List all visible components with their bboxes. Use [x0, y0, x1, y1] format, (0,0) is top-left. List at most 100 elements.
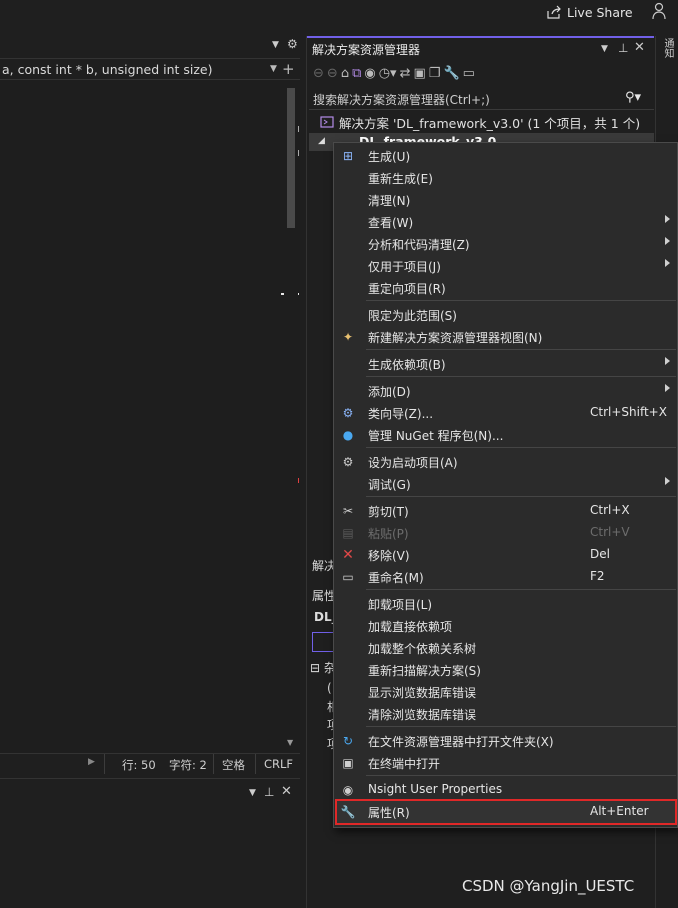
char-indicator[interactable]: 字符: 2 — [169, 757, 207, 773]
menu-item-rescan-solution[interactable]: 重新扫描解决方案(S) — [334, 659, 677, 681]
live-share-button[interactable]: Live Share — [546, 3, 633, 21]
member-navigation-bar[interactable]: a, const int * b, unsigned int size) ▼ + — [0, 58, 300, 80]
categorized-icon[interactable] — [312, 632, 334, 652]
scrollbar-thumb[interactable] — [287, 88, 295, 228]
scissors-icon: ✂ — [342, 504, 354, 518]
menu-item-build[interactable]: ⊞ 生成(U) — [334, 145, 677, 167]
wrench-icon[interactable]: 🔧 — [443, 66, 459, 81]
code-editor[interactable] — [0, 80, 300, 753]
menu-item-manage-nuget[interactable]: ● 管理 NuGet 程序包(N)... — [334, 424, 677, 446]
editor-tab-strip: ▼ ⚙ — [0, 36, 300, 56]
home-icon[interactable]: ⌂ — [341, 66, 349, 81]
person-feedback-icon[interactable] — [651, 2, 667, 20]
build-icon: ⊞ — [342, 149, 354, 163]
menu-item-analyze[interactable]: 分析和代码清理(Z) — [334, 233, 677, 255]
menu-item-load-dep-tree[interactable]: 加载整个依赖关系树 — [334, 637, 677, 659]
property-group[interactable]: ⊟ 杂 — [310, 659, 336, 676]
menu-item-new-view[interactable]: ✦ 新建解决方案资源管理器视图(N) — [334, 326, 677, 348]
line-indicator[interactable]: 行: 50 — [122, 757, 156, 773]
spacing-indicator[interactable]: 空格 — [222, 757, 245, 773]
wrench-icon: 🔧 — [340, 805, 356, 819]
expand-arrow-icon[interactable]: ◢ — [318, 136, 325, 146]
submenu-arrow-icon — [665, 477, 670, 485]
pin-icon[interactable]: ⊥ — [618, 41, 628, 55]
function-signature: a, const int * b, unsigned int size) — [2, 62, 213, 77]
chevron-down-icon[interactable]: ▼ — [601, 44, 608, 54]
menu-item-debug[interactable]: 调试(G) — [334, 473, 677, 495]
editor-scrollbar[interactable]: ▼ — [284, 82, 298, 752]
menu-separator — [366, 376, 676, 377]
close-icon[interactable]: ✕ — [281, 784, 292, 799]
collapse-all-icon[interactable]: ▣ — [414, 66, 426, 81]
menu-separator — [366, 726, 676, 727]
notifications-tab[interactable]: 通知 — [660, 38, 675, 58]
submenu-arrow-icon — [665, 259, 670, 267]
solution-explorer-titlebar[interactable]: 解决方案资源管理器 ▼ ⊥ ✕ — [307, 36, 654, 58]
line-ending-indicator[interactable]: CRLF — [264, 757, 293, 771]
chevron-down-icon[interactable]: ▼ — [249, 788, 256, 798]
chevron-down-icon[interactable]: ▼ — [272, 40, 279, 50]
property-row[interactable]: ( — [327, 681, 332, 695]
forward-icon[interactable]: ⊖ — [327, 66, 338, 81]
title-bar: Live Share — [0, 0, 678, 26]
sync-icon[interactable]: ⇄ — [400, 66, 411, 81]
search-icon[interactable]: ⚲▾ — [625, 90, 641, 105]
solution-explorer-toolbar: ⊖ ⊖ ⌂ ⧉ ◉ ◷▾ ⇄ ▣ ❐ 🔧 ▭ — [307, 60, 654, 86]
menu-item-scope-to-this[interactable]: 限定为此范围(S) — [334, 304, 677, 326]
scroll-down-icon[interactable]: ▼ — [287, 738, 293, 747]
solution-search-input[interactable]: 搜索解决方案资源管理器(Ctrl+;) ⚲▾ — [309, 88, 654, 110]
menu-item-cut[interactable]: ✂ 剪切(T) Ctrl+X — [334, 500, 677, 522]
menu-item-class-wizard[interactable]: ⚙ 类向导(Z)... Ctrl+Shift+X — [334, 402, 677, 424]
menu-item-rename[interactable]: ▭ 重命名(M) F2 — [334, 566, 677, 588]
menu-item-show-db-errors[interactable]: 显示浏览数据库错误 — [334, 681, 677, 703]
menu-separator — [366, 589, 676, 590]
rename-icon: ▭ — [342, 570, 354, 584]
menu-item-nsight-properties[interactable]: ◉ Nsight User Properties — [334, 779, 677, 801]
paste-icon: ▤ — [342, 526, 354, 540]
open-folder-icon: ↻ — [342, 734, 354, 748]
scroll-left-icon[interactable]: ▶ — [88, 757, 95, 767]
submenu-arrow-icon — [665, 357, 670, 365]
history-icon[interactable]: ◷▾ — [379, 66, 397, 81]
menu-item-clean[interactable]: 清理(N) — [334, 189, 677, 211]
menu-item-properties[interactable]: 🔧 属性(R) Alt+Enter — [335, 799, 677, 825]
menu-item-project-only[interactable]: 仅用于项目(J) — [334, 255, 677, 277]
submenu-arrow-icon — [665, 237, 670, 245]
divider — [213, 754, 214, 774]
chevron-down-icon[interactable]: ▼ — [270, 64, 277, 74]
globe-icon[interactable]: ◉ — [364, 66, 375, 81]
menu-item-load-direct-deps[interactable]: 加载直接依赖项 — [334, 615, 677, 637]
menu-item-open-in-explorer[interactable]: ↻ 在文件资源管理器中打开文件夹(X) — [334, 730, 677, 752]
new-view-icon: ✦ — [342, 330, 354, 344]
preview-icon[interactable]: ▭ — [463, 66, 475, 81]
menu-item-retarget[interactable]: 重定向项目(R) — [334, 277, 677, 299]
menu-item-build-dependencies[interactable]: 生成依赖项(B) — [334, 353, 677, 375]
menu-item-rebuild[interactable]: 重新生成(E) — [334, 167, 677, 189]
divider — [255, 754, 256, 774]
nsight-icon: ◉ — [342, 783, 354, 797]
live-share-label: Live Share — [567, 4, 633, 20]
show-all-files-icon[interactable]: ❐ — [429, 66, 441, 81]
close-icon[interactable]: ✕ — [634, 40, 645, 55]
solution-label: 解决方案 'DL_framework_v3.0' (1 个项目，共 1 个) — [339, 115, 641, 131]
nuget-icon: ● — [342, 428, 354, 442]
pin-icon[interactable]: ⊥ — [264, 785, 274, 799]
menu-item-unload-project[interactable]: 卸载项目(L) — [334, 593, 677, 615]
share-icon — [547, 5, 561, 19]
menu-item-set-startup[interactable]: ⚙ 设为启动项目(A) — [334, 451, 677, 473]
output-panel: ▼ ⊥ ✕ — [0, 778, 300, 908]
remove-icon: ✕ — [342, 547, 354, 563]
solution-node[interactable]: 解决方案 'DL_framework_v3.0' (1 个项目，共 1 个) — [320, 112, 640, 132]
gear-icon[interactable]: ⚙ — [287, 37, 298, 51]
back-icon[interactable]: ⊖ — [313, 66, 324, 81]
switch-view-icon[interactable]: ⧉ — [352, 66, 361, 81]
split-editor-icon[interactable]: + — [282, 60, 295, 78]
menu-item-add[interactable]: 添加(D) — [334, 380, 677, 402]
menu-item-view[interactable]: 查看(W) — [334, 211, 677, 233]
menu-item-open-in-terminal[interactable]: ▣ 在终端中打开 — [334, 752, 677, 774]
menu-separator — [366, 447, 676, 448]
menu-item-remove[interactable]: ✕ 移除(V) Del — [334, 544, 677, 566]
search-placeholder: 搜索解决方案资源管理器(Ctrl+;) — [313, 93, 490, 107]
submenu-arrow-icon — [665, 384, 670, 392]
menu-item-clear-db-errors[interactable]: 清除浏览数据库错误 — [334, 703, 677, 725]
